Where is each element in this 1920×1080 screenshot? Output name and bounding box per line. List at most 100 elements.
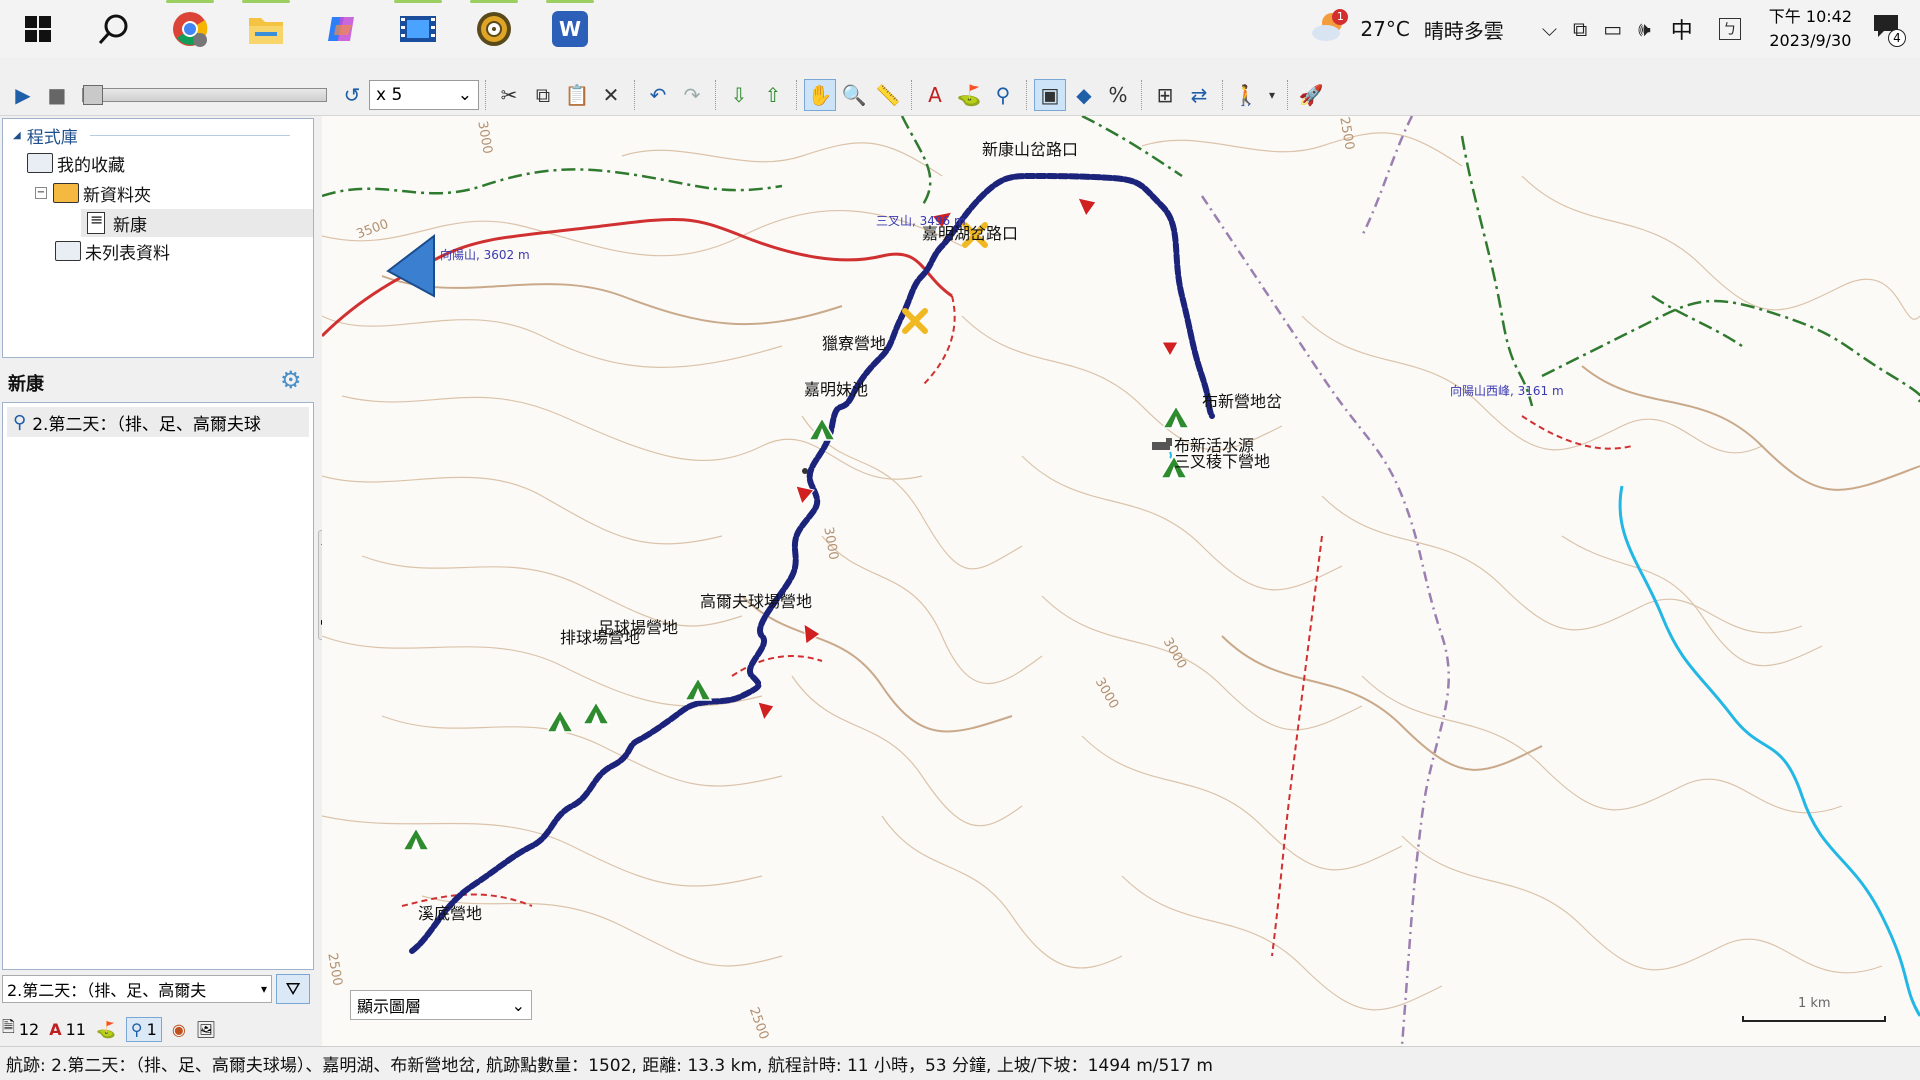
tab-routes[interactable]: A 11 [49, 1020, 86, 1039]
open-folder-icon [55, 241, 81, 261]
toolbar-separator [911, 79, 912, 110]
filter-combo[interactable]: 2.第二天：（排、足、高爾夫 ▾ [2, 975, 272, 1003]
new-waypoint-icon[interactable]: A [919, 79, 951, 111]
profile-dropdown-icon[interactable]: ▾ [1264, 79, 1280, 111]
waypoint-label[interactable]: 排球場營地 [560, 624, 640, 648]
hand-tool-icon[interactable]: ✋ [804, 78, 836, 111]
2d-map-icon[interactable]: ▣ [1034, 78, 1066, 111]
library-header[interactable]: ◢ 程式庫 [13, 123, 290, 148]
word-taskbar-button[interactable]: W [532, 0, 608, 58]
purple-boundary [1200, 195, 1450, 1046]
send-to-device-icon[interactable]: ⇧ [757, 79, 789, 111]
tree-item-label: 新資料夾 [83, 185, 151, 206]
contour-lines [322, 132, 1920, 1011]
toolbar-separator [1222, 79, 1223, 110]
green-trails [322, 116, 1920, 407]
copy-icon[interactable]: ⧉ [527, 79, 559, 111]
speaker-icon[interactable]: 🕪 [1638, 17, 1651, 41]
tree-item-xinkang[interactable]: 新康 [87, 209, 147, 237]
replay-icon[interactable]: ↺ [336, 79, 368, 111]
play-button[interactable]: ▶ [7, 79, 39, 111]
gear-icon[interactable]: ⚙ [280, 366, 302, 394]
menu-bar [0, 58, 1920, 74]
waypoint-label[interactable]: 溪底營地 [418, 900, 482, 924]
left-panel: ◢ 程式庫 我的收藏 − 新資料夾 新康 未列表資料 新康 ⚙ ⚲ 2.第二天：… [0, 116, 316, 1046]
playback-slider[interactable] [82, 84, 327, 105]
waypoint-label[interactable]: 高爾夫球場營地 [700, 588, 812, 612]
windows-start-button[interactable] [0, 0, 76, 58]
tree-toggle-icon[interactable]: − [35, 187, 47, 199]
search-button[interactable] [76, 0, 152, 58]
filter-row: 2.第二天：（排、足、高爾夫 ▾ ⛛ [2, 974, 314, 1004]
map-view[interactable]: 新康山岔路口 嘉明湖岔路口 獵寮營地 嘉明妹池 高爾夫球場營地 足球場營地 排球… [322, 116, 1920, 1046]
input-mode-icon[interactable]: ㄅ [1718, 18, 1741, 40]
clock[interactable]: 下午 10:42 2023/9/30 [1769, 5, 1852, 53]
speed-select[interactable]: x 5 ⌄ [369, 79, 479, 110]
copilot-icon [328, 17, 354, 41]
undo-icon[interactable]: ↶ [642, 79, 674, 111]
tree-item-unlisted[interactable]: 未列表資料 [55, 237, 170, 265]
network-icon[interactable]: ▭ [1603, 17, 1622, 41]
tab-count: 11 [65, 1019, 86, 1039]
measure-tool-icon[interactable]: 📏 [872, 79, 904, 111]
pen-icon[interactable]: ⧉ [1573, 17, 1587, 41]
toolbar-separator [1287, 79, 1288, 110]
chevron-up-icon[interactable]: ⌵ [1542, 17, 1557, 41]
tab-adventures[interactable]: ◉ [172, 1020, 186, 1039]
toolbar-separator [796, 79, 797, 110]
rocket-icon[interactable]: 🚀 [1295, 79, 1327, 111]
profile-icon[interactable]: 🚶 [1230, 79, 1262, 111]
map-canvas[interactable] [322, 116, 1920, 1046]
tree-item-label: 新康 [113, 215, 147, 236]
paste-icon[interactable]: 📋 [561, 79, 593, 111]
tree-item-my-collection[interactable]: 我的收藏 [27, 149, 125, 177]
tab-photos[interactable]: 🖼 [196, 1020, 216, 1039]
waypoint-label[interactable]: 新康山岔路口 [982, 136, 1078, 160]
fit-map-icon[interactable]: ⊞ [1149, 79, 1181, 111]
notification-count: 4 [1888, 29, 1906, 47]
filter-button[interactable]: ⛛ [276, 974, 310, 1004]
waypoint-label[interactable]: 三叉稜下營地 [1174, 448, 1270, 472]
chrome-taskbar-button[interactable] [152, 0, 228, 58]
file-explorer-taskbar-button[interactable] [228, 0, 304, 58]
percent-icon[interactable]: % [1102, 79, 1134, 111]
3d-map-icon[interactable]: ◆ [1068, 79, 1100, 111]
new-route-icon[interactable]: ⛳ [953, 79, 985, 111]
notification-button[interactable]: 4 [1866, 9, 1910, 49]
delete-icon[interactable]: ✕ [595, 79, 627, 111]
gps-track[interactable] [409, 173, 1215, 954]
cut-icon[interactable]: ✂ [493, 79, 525, 111]
scale-label: 1 km [1798, 996, 1831, 1011]
weather-widget[interactable]: 1 [1310, 9, 1350, 49]
redo-icon[interactable]: ↷ [676, 79, 708, 111]
status-text: 航跡: 2.第二天：（排、足、高爾夫球場）、嘉明湖、布新營地岔, 航跡點數量：1… [6, 1056, 1213, 1076]
waypoint-label[interactable]: 嘉明妹池 [804, 376, 868, 400]
list-item-track[interactable]: ⚲ 2.第二天：（排、足、高爾夫球 [7, 407, 309, 437]
tab-tracks[interactable]: ⚲ 1 [125, 1016, 162, 1042]
waypoint-label[interactable]: 布新營地岔 [1202, 388, 1282, 412]
peak-triangle-icon[interactable] [386, 233, 435, 298]
layer-combo[interactable]: 顯示圖層 ⌄ [350, 990, 532, 1020]
stop-button[interactable]: ■ [41, 79, 73, 111]
tab-count: 1 [146, 1019, 157, 1039]
route-icon: ⛳ [95, 1019, 116, 1039]
tab-waypoints[interactable]: 🗎 12 [2, 1016, 39, 1043]
scale-bar: 1 km [1742, 996, 1892, 1036]
new-track-icon[interactable]: ⚲ [987, 79, 1019, 111]
tree-item-new-folder[interactable]: − 新資料夾 [35, 179, 151, 207]
sync-icon[interactable]: ⇄ [1183, 79, 1215, 111]
basecamp-taskbar-button[interactable] [456, 0, 532, 58]
adventure-icon: ◉ [171, 1019, 186, 1039]
ime-indicator[interactable]: 中 [1671, 13, 1693, 45]
status-bar: 航跡: 2.第二天：（排、足、高爾夫球場）、嘉明湖、布新營地岔, 航跡點數量：1… [0, 1046, 1920, 1080]
zoom-tool-icon[interactable]: 🔍 [838, 79, 870, 111]
funnel-icon: ⛛ [285, 978, 301, 1000]
video-editor-taskbar-button[interactable] [380, 0, 456, 58]
copilot-taskbar-button[interactable] [304, 0, 380, 58]
speed-value: x 5 [376, 84, 403, 105]
playback-slider-thumb[interactable] [83, 84, 103, 105]
tab-route-list[interactable]: ⛳ [96, 1020, 116, 1039]
collapse-triangle-icon[interactable]: ◢ [13, 130, 21, 141]
waypoint-label[interactable]: 獵寮營地 [822, 330, 886, 354]
receive-from-device-icon[interactable]: ⇩ [723, 79, 755, 111]
